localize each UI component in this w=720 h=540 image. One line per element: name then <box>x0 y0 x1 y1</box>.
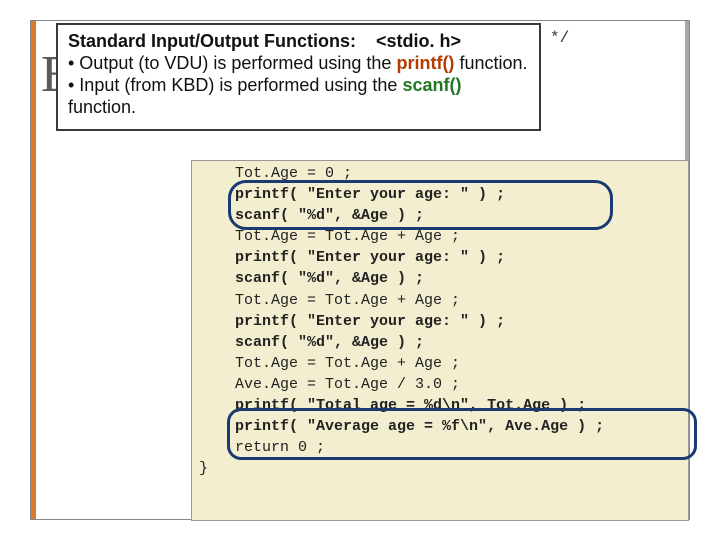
code-indent <box>199 228 235 245</box>
code-indent <box>199 249 235 266</box>
code-l11: Ave.Age = Tot.Age / 3.0 ; <box>235 376 460 393</box>
printf-keyword: printf() <box>396 53 454 73</box>
callout-heading-prefix: Standard Input/Output Functions: <box>68 31 356 51</box>
code-l04: Tot.Age = Tot.Age + Age ; <box>235 228 460 245</box>
bullet1-post: function. <box>454 53 527 73</box>
bullet2-pre: • Input (from KBD) is performed using th… <box>68 75 402 95</box>
code-l06-args: ( "%d", &Age ) ; <box>280 270 424 287</box>
code-l07: Tot.Age = Tot.Age + Age ; <box>235 292 460 309</box>
code-l05-args: ( "Enter your age: " ) ; <box>289 249 505 266</box>
callout-bullet-input: • Input (from KBD) is performed using th… <box>68 75 529 119</box>
callout-heading: Standard Input/Output Functions: <stdio.… <box>68 31 529 53</box>
bullet2-post: function. <box>68 97 136 117</box>
code-l15: } <box>199 460 208 477</box>
code-l08-fn: printf <box>235 313 289 330</box>
callout-heading-header: <stdio. h> <box>376 31 461 51</box>
code-l10: Tot.Age = Tot.Age + Age ; <box>235 355 460 372</box>
highlight-oval-bottom <box>227 408 697 460</box>
code-l09-fn: scanf <box>235 334 280 351</box>
code-indent <box>199 292 235 309</box>
code-l09-args: ( "%d", &Age ) ; <box>280 334 424 351</box>
code-indent <box>199 313 235 330</box>
slide-frame: E */ Standard Input/Output Functions: <s… <box>30 20 690 520</box>
scanf-keyword: scanf() <box>402 75 461 95</box>
highlight-oval-top <box>228 180 613 230</box>
code-indent <box>199 397 235 414</box>
callout-bullet-output: • Output (to VDU) is performed using the… <box>68 53 529 75</box>
code-indent <box>199 334 235 351</box>
code-indent <box>199 355 235 372</box>
code-l06-fn: scanf <box>235 270 280 287</box>
bullet1-pre: • Output (to VDU) is performed using the <box>68 53 396 73</box>
accent-left-bar <box>31 21 36 519</box>
code-indent <box>199 376 235 393</box>
code-comment-close: */ <box>550 29 569 47</box>
stdio-callout-box: Standard Input/Output Functions: <stdio.… <box>56 23 541 131</box>
code-indent <box>199 165 235 182</box>
code-indent <box>199 270 235 287</box>
code-l08-args: ( "Enter your age: " ) ; <box>289 313 505 330</box>
code-l05-fn: printf <box>235 249 289 266</box>
